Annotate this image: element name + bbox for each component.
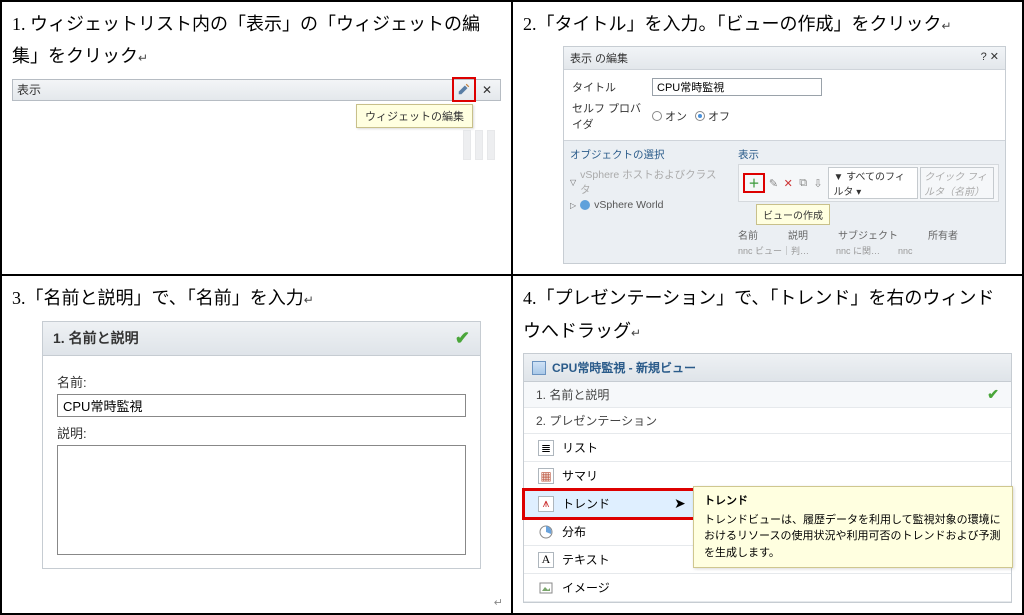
label-desc: 説明: [57,423,466,442]
name-input[interactable] [57,394,466,417]
step-presentation[interactable]: 2. プレゼンテーション [524,408,1011,434]
create-view-highlight: ＋ [743,173,765,193]
radio-off[interactable]: オフ [695,108,730,124]
image-icon [538,580,554,596]
desc-textarea[interactable] [57,445,466,555]
step-3-instruction: 3.「名前と説明」で、「名前」を入力↵ [12,282,501,314]
label-name: 名前: [57,372,466,391]
type-label: サマリ [562,467,598,484]
step-4-instruction: 4.「プレゼンテーション」で、「トレンド」を右のウィンドウへドラッグ↵ [523,282,1012,347]
plus-icon[interactable]: ＋ [746,175,762,191]
subpanel: オブジェクトの選択 ▽vSphere ホストおよびクラスタ ▷vSphere W… [564,140,1005,263]
step-3-cell: 3.「名前と説明」で、「名前」を入力↵ 1. 名前と説明 ✔ 名前: 説明: ↵ [1,275,512,614]
edit-widget-tooltip: ウィジェットの編集 [356,104,473,128]
tree-node-2[interactable]: ▷vSphere World [570,198,720,212]
dialog-title-text: 表示 の編集 [570,50,628,66]
return-mark: ↵ [494,596,503,609]
form3-header: 1. 名前と説明 ✔ [43,322,480,356]
summary-icon: ▦ [538,468,554,484]
tree-node-1[interactable]: ▽vSphere ホストおよびクラスタ [570,166,720,198]
radio-on[interactable]: オン [652,108,687,124]
filter-dropdown[interactable]: ▼ すべてのフィルタ ▾ [828,167,918,199]
dialog-titlebar: 表示 の編集 ? ✕ [564,47,1005,70]
type-label: 分布 [562,523,586,540]
pencil-icon[interactable] [455,80,473,98]
cursor-icon: ➤ [674,495,686,512]
type-label: トレンド [562,495,610,512]
type-label: イメージ [562,579,610,596]
sample-row: nnc ビュー｜判… nnc に関… nnc [738,244,999,257]
widget-title: 表示 [17,81,41,98]
close-icon[interactable]: ✕ [478,81,496,99]
trend-tooltip-body: トレンドビューは、履歴データを利用して監視対象の環境におけるリソースの使用状況や… [704,512,1002,562]
trend-tooltip: トレンド トレンドビューは、履歴データを利用して監視対象の環境におけるリソースの… [693,486,1013,568]
type-list[interactable]: ≣ リスト [524,434,1011,462]
title-input[interactable] [652,78,822,96]
step-1-cell: 1. ウィジェットリスト内の「表示」の「ウィジェットの編集」をクリック↵ 表示 … [1,1,512,275]
delete-icon[interactable]: ✕ [782,175,795,191]
type-image[interactable]: イメージ [524,574,1011,602]
column-headers: 名前説明サブジェクト所有者 [738,227,999,242]
new-view-wizard: CPU常時監視 - 新規ビュー 1. 名前と説明 ✔ 2. プレゼンテーション … [523,353,1012,603]
clone-icon[interactable]: ⧉ [797,175,810,191]
wizard-title: CPU常時監視 - 新規ビュー [524,354,1011,382]
widget-bar: 表示 ✕ [12,79,501,101]
step-1-instruction: 1. ウィジェットリスト内の「表示」の「ウィジェットの編集」をクリック↵ [12,8,501,73]
display-header: 表示 [738,147,999,162]
step-name-desc[interactable]: 1. 名前と説明 ✔ [524,382,1011,408]
display-area: 表示 ＋ ✎ ✕ ⧉ ⇩ ▼ すべてのフィルタ ▾ クイック フィルタ（名前） … [738,147,999,257]
check-icon: ✔ [455,328,470,349]
background-widgets [12,130,501,160]
edit-icon[interactable]: ✎ [767,175,780,191]
step-4-cell: 4.「プレゼンテーション」で、「トレンド」を右のウィンドウへドラッグ↵ CPU常… [512,275,1023,614]
trend-tooltip-title: トレンド [704,493,1002,510]
quick-filter-input[interactable]: クイック フィルタ（名前） [920,167,994,199]
type-label: リスト [562,439,598,456]
grid-icon [532,361,546,375]
create-view-tooltip: ビューの作成 [756,204,830,225]
edit-widget-highlight [452,77,476,102]
text-icon: A [538,552,554,568]
object-tree: オブジェクトの選択 ▽vSphere ホストおよびクラスタ ▷vSphere W… [570,147,720,257]
distribution-icon [538,524,554,540]
label-title: タイトル [572,79,644,95]
dialog-controls[interactable]: ? ✕ [981,50,999,66]
step-2-cell: 2.「タイトル」を入力。「ビューの作成」をクリック↵ 表示 の編集 ? ✕ タイ… [512,1,1023,275]
name-desc-form: 1. 名前と説明 ✔ 名前: 説明: [42,321,481,569]
type-label: テキスト [562,551,610,568]
step-2-instruction: 2.「タイトル」を入力。「ビューの作成」をクリック↵ [523,8,1012,40]
edit-dialog: 表示 の編集 ? ✕ タイトル セルフ プロバイダ オン オフ オブジェクトの選… [563,46,1006,264]
tree-header: オブジェクトの選択 [570,147,720,162]
view-toolbar: ＋ ✎ ✕ ⧉ ⇩ ▼ すべてのフィルタ ▾ クイック フィルタ（名前） [738,164,999,202]
list-icon: ≣ [538,440,554,456]
export-icon[interactable]: ⇩ [812,175,825,191]
label-provider: セルフ プロバイダ [572,100,644,132]
check-icon: ✔ [987,386,999,403]
trend-icon: ⩚ [538,496,554,512]
